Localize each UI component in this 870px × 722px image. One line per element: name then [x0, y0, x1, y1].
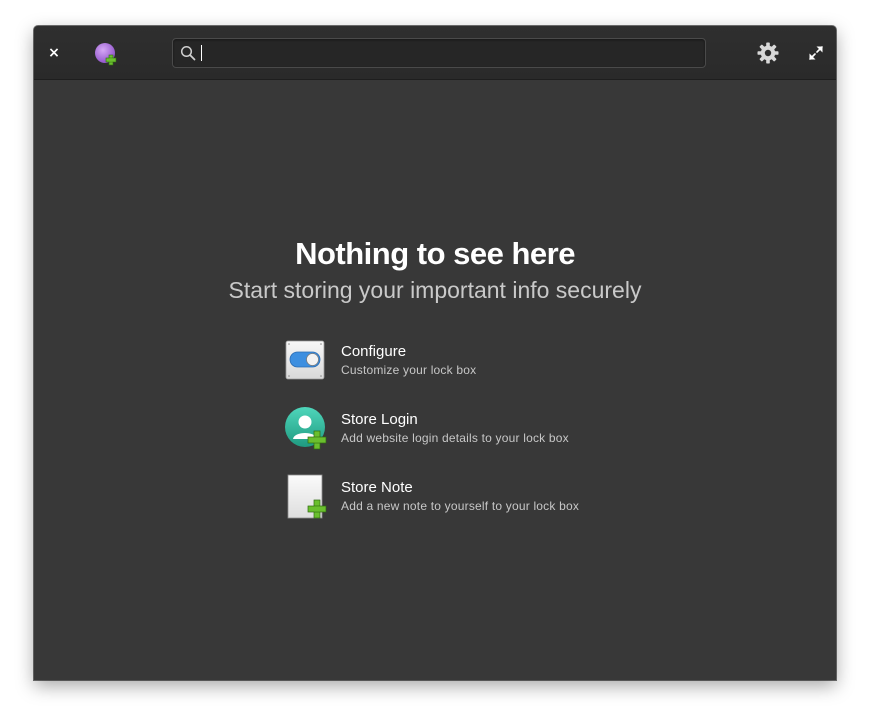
purple-circle-plus-icon — [95, 43, 117, 66]
maximize-button[interactable] — [807, 44, 825, 62]
add-item-button[interactable] — [94, 42, 118, 66]
headerbar: × — [34, 26, 836, 80]
configure-description: Customize your lock box — [341, 363, 477, 377]
welcome-title: Nothing to see here — [295, 236, 575, 271]
gear-icon — [757, 42, 779, 64]
configure-label: Configure — [341, 343, 407, 360]
app-window: × Nothing to see here Start storing your… — [34, 26, 836, 680]
store-note-action[interactable]: Store Note Add a new note to yourself to… — [284, 474, 644, 520]
search-field[interactable] — [172, 38, 706, 68]
maximize-arrows-icon — [809, 46, 823, 60]
user-add-icon — [285, 407, 327, 450]
store-login-description: Add website login details to your lock b… — [341, 431, 569, 445]
close-button[interactable]: × — [44, 43, 64, 63]
store-note-label: Store Note — [341, 479, 413, 496]
store-login-label: Store Login — [341, 411, 418, 428]
toggle-switch-icon — [285, 340, 325, 380]
store-login-action[interactable]: Store Login Add website login details to… — [284, 406, 644, 452]
settings-button[interactable] — [756, 41, 780, 65]
close-icon: × — [48, 45, 60, 61]
welcome-view: Nothing to see here Start storing your i… — [34, 80, 836, 680]
note-add-icon — [287, 474, 327, 519]
search-input[interactable] — [199, 42, 703, 66]
text-caret — [201, 45, 202, 61]
welcome-subtitle: Start storing your important info secure… — [228, 277, 642, 303]
search-icon — [180, 45, 196, 61]
store-note-description: Add a new note to yourself to your lock … — [341, 499, 580, 513]
configure-action[interactable]: Configure Customize your lock box — [284, 338, 644, 384]
